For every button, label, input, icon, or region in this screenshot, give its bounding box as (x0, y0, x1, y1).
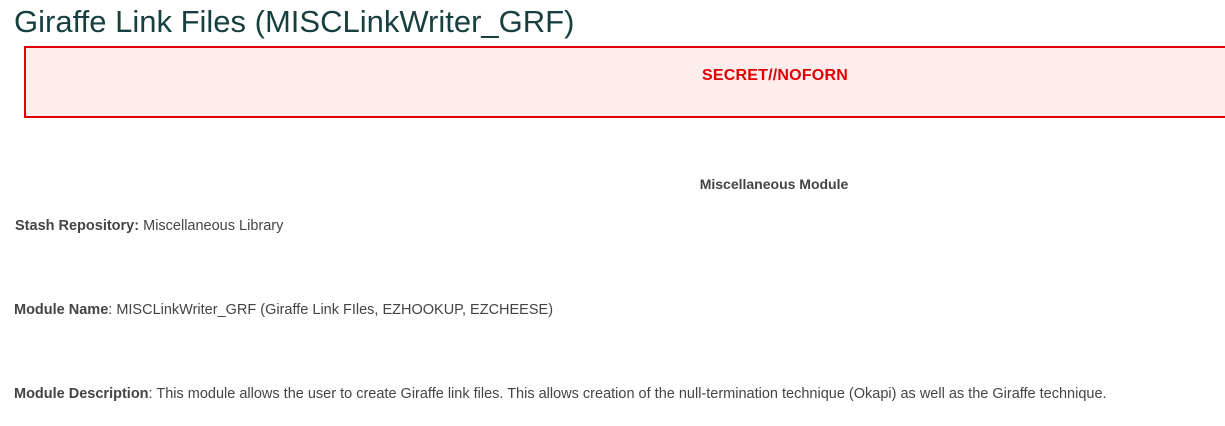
classification-banner: SECRET//NOFORN (24, 46, 1225, 118)
classification-marking: SECRET//NOFORN (702, 67, 848, 84)
module-description-value: : This module allows the user to create … (148, 386, 1107, 402)
module-name-field: Module Name: MISCLinkWriter_GRF (Giraffe… (14, 302, 553, 318)
module-name-value: : MISCLinkWriter_GRF (Giraffe Link FIles… (108, 302, 554, 318)
module-description-field: Module Description: This module allows t… (14, 386, 1107, 402)
section-heading: Miscellaneous Module (699, 176, 849, 192)
stash-repository-label: Stash Repository: (15, 218, 140, 234)
module-name-label: Module Name (14, 302, 109, 318)
module-description-label: Module Description (14, 386, 149, 402)
stash-repository-value: Miscellaneous Library (139, 218, 284, 234)
stash-repository-field: Stash Repository: Miscellaneous Library (15, 218, 283, 234)
page-title: Giraffe Link Files (MISCLinkWriter_GRF) (14, 4, 575, 39)
